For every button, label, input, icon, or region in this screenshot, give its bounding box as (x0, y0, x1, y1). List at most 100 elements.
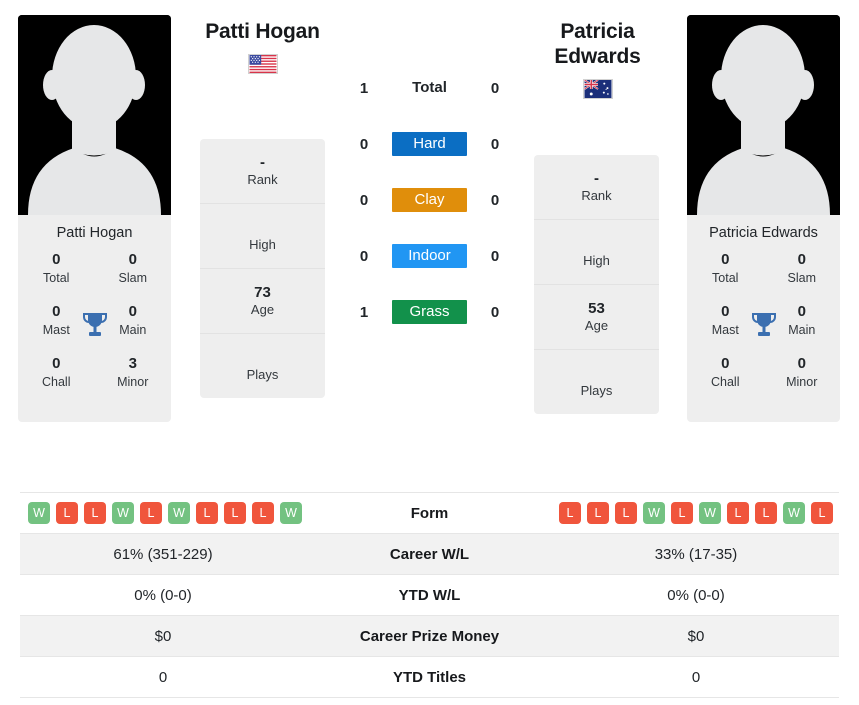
stat-chall-right: 0 Chall (687, 356, 764, 408)
stat-total-label-right: Total (712, 270, 739, 285)
table-row-career-wl: 61% (351-229) Career W/L 33% (17-35) (20, 533, 839, 575)
surface-grass-badge-wrap: Grass (383, 300, 476, 324)
surface-indoor-score-right: 0 (490, 247, 500, 265)
player-card-right[interactable]: Patricia Edwards 0 Total 0 Slam 0 Mast 0… (687, 15, 840, 423)
stat-minor-right: 0 Minor (764, 356, 841, 408)
surface-hard-badge[interactable]: Hard (392, 132, 467, 156)
trophy-icon (751, 313, 776, 337)
form-badge-win: W (783, 502, 805, 524)
info-rank-right: - Rank (534, 155, 659, 220)
row-label-ytd-wl: YTD W/L (398, 586, 461, 604)
form-badge-win: W (112, 502, 134, 524)
player-name-block-right: Patricia Edwards (515, 20, 680, 99)
stat-total-label-left: Total (43, 270, 70, 285)
career-wl-right: 33% (17-35) (654, 545, 738, 563)
surface-indoor-badge-wrap: Indoor (383, 244, 476, 268)
surface-indoor-badge[interactable]: Indoor (392, 244, 467, 268)
stat-slam-left: 0 Slam (95, 252, 172, 304)
stat-minor-left: 3 Minor (95, 356, 172, 408)
stat-slam-value-right: 0 (797, 251, 806, 269)
table-row-ytd-titles: 0 YTD Titles 0 (20, 656, 839, 698)
career-prize-left: $0 (154, 627, 172, 645)
stat-slam-label-right: Slam (787, 270, 816, 285)
player-silhouette-icon (687, 15, 840, 215)
row-label-form: Form (410, 504, 449, 522)
form-badge-loss: L (615, 502, 637, 524)
info-plays-label-left: Plays (246, 367, 279, 383)
titles-row-mast-main-right: 0 Mast 0 Main (687, 304, 840, 356)
row-label-career-prize: Career Prize Money (359, 627, 500, 645)
form-badge-loss: L (811, 502, 833, 524)
surface-clay-badge-wrap: Clay (383, 188, 476, 212)
info-high-label-right: High (583, 253, 610, 269)
info-high-left: High (200, 204, 325, 269)
form-cell-left: WLLWLWLLLW (20, 493, 306, 534)
table-row-form: WLLWLWLLLW Form LLLWLWLLWL (20, 492, 839, 534)
surface-row-grass: 1 Grass 0 (345, 284, 514, 340)
form-badge-loss: L (559, 502, 581, 524)
surface-total-score-right: 0 (490, 79, 500, 97)
head-to-head-stats-table: WLLWLWLLLW Form LLLWLWLLWL 61% (351-229)… (20, 492, 839, 698)
surface-grass-badge[interactable]: Grass (392, 300, 467, 324)
form-badges-right: LLLWLWLLWL (553, 502, 839, 524)
stat-total-value-left: 0 (52, 251, 61, 269)
career-wl-left: 61% (351-229) (113, 545, 213, 563)
titles-row-mast-main-left: 0 Mast 0 Main (18, 304, 171, 356)
surface-row-total: 1 Total 0 (345, 60, 514, 116)
us-flag-icon (247, 53, 278, 74)
surface-hard-score-left: 0 (359, 135, 369, 153)
info-high-right: High (534, 220, 659, 285)
form-badges-left: WLLWLWLLLW (20, 502, 306, 524)
surface-hard-score-right: 0 (490, 135, 500, 153)
titles-row-total-slam-left: 0 Total 0 Slam (18, 252, 171, 304)
form-badge-loss: L (56, 502, 78, 524)
stat-chall-label-left: Chall (42, 374, 71, 389)
ytd-wl-right: 0% (0-0) (667, 586, 725, 604)
info-rank-value-right: - (594, 169, 599, 187)
player-photo-caption-right: Patricia Edwards (709, 225, 818, 241)
form-badge-loss: L (587, 502, 609, 524)
info-age-right: 53 Age (534, 285, 659, 350)
form-badge-loss: L (671, 502, 693, 524)
info-plays-left: Plays (200, 334, 325, 398)
au-flag-icon (582, 78, 613, 99)
player-name-right[interactable]: Patricia Edwards (515, 20, 680, 70)
form-badge-loss: L (224, 502, 246, 524)
trophy-icon (82, 313, 107, 337)
player-info-card-left: - Rank High 73 Age Plays (200, 139, 325, 398)
stat-total-right: 0 Total (687, 252, 764, 304)
stat-chall-left: 0 Chall (18, 356, 95, 408)
surface-clay-badge[interactable]: Clay (392, 188, 467, 212)
form-badge-loss: L (727, 502, 749, 524)
stat-slam-label-left: Slam (118, 270, 147, 285)
surface-total-label: Total (412, 79, 447, 96)
info-plays-label-right: Plays (580, 383, 613, 399)
info-rank-value-left: - (260, 153, 265, 171)
form-badge-win: W (28, 502, 50, 524)
player-silhouette-icon (18, 15, 171, 215)
career-prize-right: $0 (687, 627, 705, 645)
player-photo-right (687, 15, 840, 215)
form-badge-loss: L (140, 502, 162, 524)
surface-clay-score-left: 0 (359, 191, 369, 209)
info-rank-label-left: Rank (247, 172, 278, 188)
stat-total-value-right: 0 (721, 251, 730, 269)
ytd-wl-left: 0% (0-0) (134, 586, 192, 604)
info-age-label-left: Age (250, 302, 275, 318)
titles-row-total-slam-right: 0 Total 0 Slam (687, 252, 840, 304)
ytd-titles-right: 0 (691, 668, 701, 686)
stat-slam-value-left: 0 (128, 251, 137, 269)
stat-minor-value-right: 0 (797, 355, 806, 373)
player-photo-caption-left: Patti Hogan (56, 225, 133, 241)
titles-row-chall-minor-right: 0 Chall 0 Minor (687, 356, 840, 408)
info-high-label-left: High (249, 237, 276, 253)
surface-hard-badge-wrap: Hard (383, 132, 476, 156)
player-card-left[interactable]: Patti Hogan 0 Total 0 Slam 0 Mast 0 Main… (18, 15, 172, 423)
form-badge-loss: L (84, 502, 106, 524)
info-age-label-right: Age (584, 318, 609, 334)
stat-chall-value-right: 0 (721, 355, 730, 373)
stat-slam-right: 0 Slam (764, 252, 841, 304)
player-name-left[interactable]: Patti Hogan (180, 20, 345, 45)
row-label-ytd-titles: YTD Titles (392, 668, 467, 686)
surface-total-label-wrap: Total (383, 79, 476, 97)
